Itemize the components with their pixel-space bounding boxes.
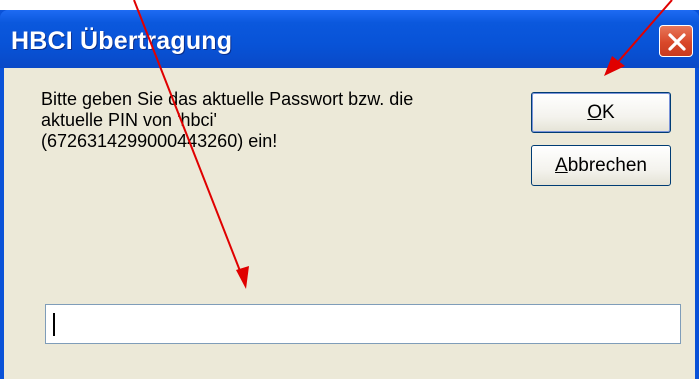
- close-icon: [668, 33, 686, 51]
- ok-mnemonic: O: [587, 102, 603, 123]
- dialog-title: HBCI Übertragung: [11, 27, 233, 55]
- text-caret: [53, 313, 55, 336]
- dialog-body: Bitte geben Sie das aktuelle Passwort bz…: [4, 68, 695, 379]
- password-input[interactable]: [45, 304, 681, 344]
- cancel-label: bbrechen: [567, 155, 647, 176]
- cancel-mnemonic: A: [555, 155, 568, 176]
- prompt-message: Bitte geben Sie das aktuelle Passwort bz…: [41, 89, 414, 151]
- title-bar[interactable]: HBCI Übertragung: [0, 10, 699, 68]
- close-button[interactable]: [659, 25, 693, 57]
- ok-label: K: [602, 102, 615, 123]
- dialog-window: HBCI Übertragung Bitte geben Sie das akt…: [0, 10, 699, 379]
- cancel-button[interactable]: Abbrechen: [531, 145, 671, 186]
- ok-button[interactable]: OK: [531, 92, 671, 133]
